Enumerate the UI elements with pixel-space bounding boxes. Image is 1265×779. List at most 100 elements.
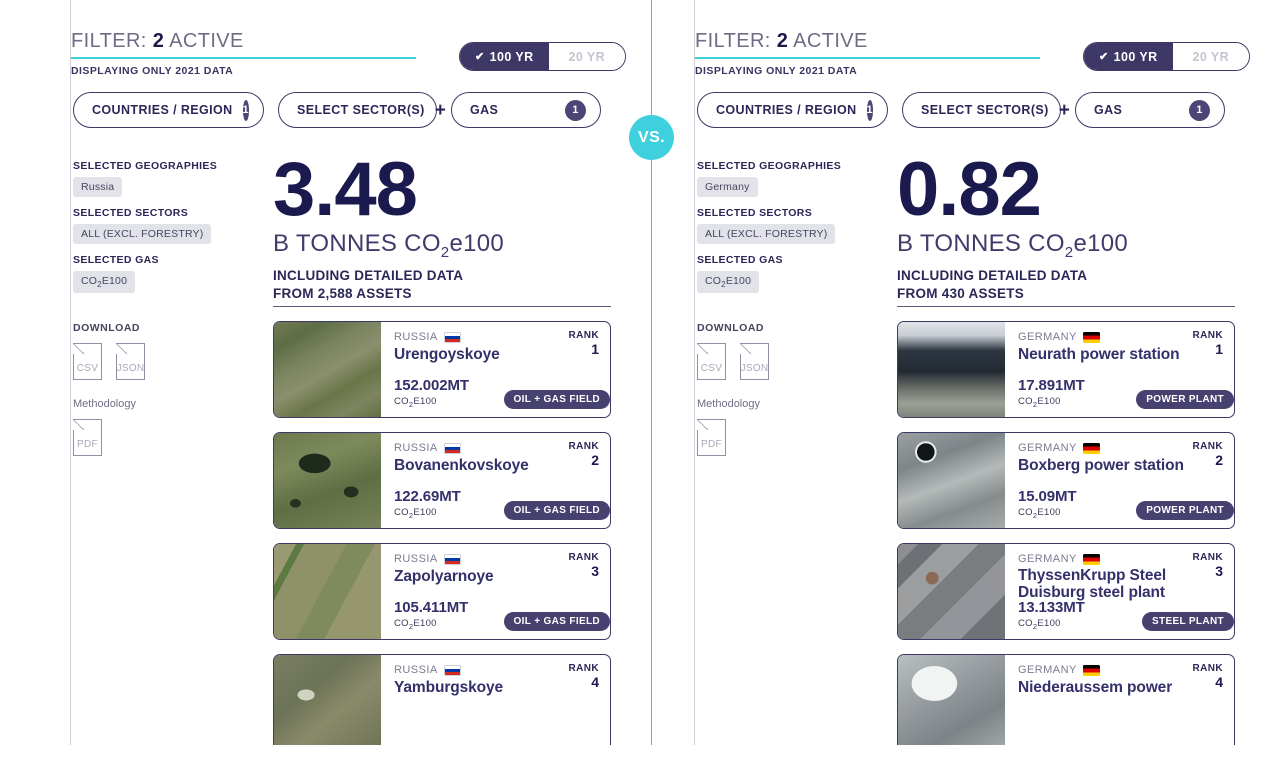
toggle-option-20yr-right[interactable]: 20 YR xyxy=(1172,43,1250,70)
filter-subtitle-right: DISPLAYING ONLY 2021 DATA xyxy=(695,65,858,77)
asset-emissions: 105.411MT CO2E100 xyxy=(394,599,468,631)
selected-sectors-label: SELECTED SECTORS xyxy=(697,207,813,219)
rank-label: RANK xyxy=(568,552,599,563)
pill-count-badge: 1 xyxy=(866,99,874,121)
stat-detail-line1: INCLUDING DETAILED DATA xyxy=(897,268,1088,284)
asset-gas: CO2E100 xyxy=(1018,618,1061,631)
filter-pill-gas-left[interactable]: GAS 1 xyxy=(451,92,601,128)
viewport-bottom-mask xyxy=(0,745,1265,779)
toggle-option-100yr-left[interactable]: ✔ 100 YR xyxy=(460,43,549,70)
asset-gas: CO2E100 xyxy=(1018,396,1061,409)
stat-detail-line2: FROM 2,588 ASSETS xyxy=(273,285,412,301)
pill-count-badge: 1 xyxy=(242,99,250,121)
filter-underline xyxy=(71,57,416,59)
toggle-20yr-label: 20 YR xyxy=(1192,49,1230,64)
asset-type-badge: POWER PLANT xyxy=(1136,390,1234,409)
asset-card[interactable]: RUSSIA Zapolyarnoye RANK 3 105.411MT CO2… xyxy=(273,543,611,640)
rank-number: 4 xyxy=(591,674,599,690)
selected-geographies-label: SELECTED GEOGRAPHIES xyxy=(697,160,842,172)
year-horizon-toggle-left[interactable]: ✔ 100 YR 20 YR xyxy=(459,42,627,71)
asset-card[interactable]: GERMANY Neurath power station RANK 1 17.… xyxy=(897,321,1235,418)
pill-label: SELECT SECTOR(S) xyxy=(921,103,1049,117)
asset-thumbnail xyxy=(898,322,1005,417)
stat-unit: B TONNES CO2e100 xyxy=(273,229,505,261)
csv-download-icon[interactable]: CSV xyxy=(73,343,102,381)
gas-tag: CO2E100 xyxy=(73,271,136,294)
toggle-option-20yr-left[interactable]: 20 YR xyxy=(548,43,626,70)
download-buttons-row: CSV JSON xyxy=(697,343,897,381)
stat-number: 3.48 xyxy=(273,147,418,232)
asset-name: Bovanenkovskoye xyxy=(394,457,529,474)
flag-icon-russia xyxy=(443,553,461,565)
selection-sidebar-right: SELECTED GEOGRAPHIES Germany SELECTED SE… xyxy=(697,160,897,457)
json-download-icon[interactable]: JSON xyxy=(740,343,769,381)
asset-card[interactable]: RUSSIA Bovanenkovskoye RANK 2 122.69MT C… xyxy=(273,432,611,529)
sector-tag: ALL (EXCL. FORESTRY) xyxy=(73,224,212,244)
pill-label: COUNTRIES / REGION xyxy=(716,103,857,117)
stat-detail: INCLUDING DETAILED DATA FROM 430 ASSETS xyxy=(897,267,1227,302)
asset-card[interactable]: RUSSIA Yamburgskoye RANK 4 xyxy=(273,654,611,751)
asset-name: Boxberg power station xyxy=(1018,457,1184,474)
pdf-label: PDF xyxy=(701,439,722,451)
asset-card[interactable]: GERMANY ThyssenKrupp Steel Duisburg stee… xyxy=(897,543,1235,640)
pill-label: SELECT SECTOR(S) xyxy=(297,103,425,117)
json-download-icon[interactable]: JSON xyxy=(116,343,145,381)
stat-unit: B TONNES CO2e100 xyxy=(897,229,1129,261)
filter-title-left: FILTER: 2 ACTIVE xyxy=(71,30,471,53)
asset-thumbnail xyxy=(274,433,381,528)
filter-pill-countries-right[interactable]: COUNTRIES / REGION 1 xyxy=(697,92,888,128)
plus-icon: + xyxy=(1058,99,1071,121)
filter-pill-sectors-right[interactable]: SELECT SECTOR(S) + xyxy=(902,92,1070,128)
asset-name: Neurath power station xyxy=(1018,346,1180,363)
asset-value: 122.69MT xyxy=(394,488,461,506)
pill-count-badge: 1 xyxy=(565,99,586,121)
comparison-panel-right: FILTER: 2 ACTIVE DISPLAYING ONLY 2021 DA… xyxy=(694,0,1251,779)
filter-pill-gas-right[interactable]: GAS 1 xyxy=(1075,92,1225,128)
pdf-download-icon[interactable]: PDF xyxy=(73,419,102,457)
gas-tag: CO2E100 xyxy=(697,271,760,294)
asset-name: ThyssenKrupp Steel Duisburg steel plant xyxy=(1018,567,1167,601)
asset-thumbnail xyxy=(898,544,1005,639)
asset-rank: RANK 4 xyxy=(569,663,600,689)
pdf-download-icon[interactable]: PDF xyxy=(697,419,726,457)
rank-label: RANK xyxy=(1192,663,1223,674)
filter-pill-sectors-left[interactable]: SELECT SECTOR(S) + xyxy=(278,92,446,128)
list-divider xyxy=(273,306,611,307)
asset-name: Niederaussem power xyxy=(1018,679,1173,696)
asset-name: Urengoyskoye xyxy=(394,346,500,363)
rank-label: RANK xyxy=(568,441,599,452)
stat-number: 0.82 xyxy=(897,147,1042,232)
comparison-panel-left: FILTER: 2 ACTIVE DISPLAYING ONLY 2021 DA… xyxy=(70,0,627,779)
selected-sectors-label: SELECTED SECTORS xyxy=(73,207,189,219)
year-horizon-toggle-right[interactable]: ✔ 100 YR 20 YR xyxy=(1083,42,1251,71)
asset-thumbnail xyxy=(274,544,381,639)
json-label: JSON xyxy=(740,363,769,375)
methodology-label: Methodology xyxy=(697,398,760,411)
asset-thumbnail xyxy=(898,655,1005,750)
asset-gas: CO2E100 xyxy=(394,507,437,520)
headline-stat-left: 3.48 B TONNES CO2e100 INCLUDING DETAILED… xyxy=(273,147,603,302)
asset-card[interactable]: GERMANY Niederaussem power RANK 4 xyxy=(897,654,1235,751)
asset-type-badge: POWER PLANT xyxy=(1136,501,1234,520)
asset-card[interactable]: RUSSIA Urengoyskoye RANK 1 152.002MT CO2… xyxy=(273,321,611,418)
filter-pill-row-right: COUNTRIES / REGION 1 SELECT SECTOR(S) + … xyxy=(697,92,1225,128)
filter-subtitle-left: DISPLAYING ONLY 2021 DATA xyxy=(71,65,234,77)
asset-list-left: RUSSIA Urengoyskoye RANK 1 152.002MT CO2… xyxy=(273,306,611,751)
toggle-option-100yr-right[interactable]: ✔ 100 YR xyxy=(1084,43,1173,70)
filter-title-prefix: FILTER: xyxy=(71,30,147,52)
asset-gas: CO2E100 xyxy=(394,396,437,409)
filter-pill-row-left: COUNTRIES / REGION 1 SELECT SECTOR(S) + … xyxy=(73,92,601,128)
asset-emissions: 152.002MT CO2E100 xyxy=(394,377,469,409)
csv-download-icon[interactable]: CSV xyxy=(697,343,726,381)
asset-rank: RANK 1 xyxy=(1193,330,1224,356)
asset-card[interactable]: GERMANY Boxberg power station RANK 2 15.… xyxy=(897,432,1235,529)
geography-tag: Russia xyxy=(73,177,123,197)
filter-pill-countries-left[interactable]: COUNTRIES / REGION 1 xyxy=(73,92,264,128)
toggle-100yr-label: 100 YR xyxy=(1113,49,1158,64)
filter-title-suffix: ACTIVE xyxy=(169,30,244,52)
check-icon: ✔ xyxy=(475,51,485,63)
filter-header-left: FILTER: 2 ACTIVE DISPLAYING ONLY 2021 DA… xyxy=(71,30,471,77)
filter-active-count: 2 xyxy=(776,30,789,52)
asset-type-badge: STEEL PLANT xyxy=(1141,612,1234,631)
rank-label: RANK xyxy=(1192,552,1223,563)
